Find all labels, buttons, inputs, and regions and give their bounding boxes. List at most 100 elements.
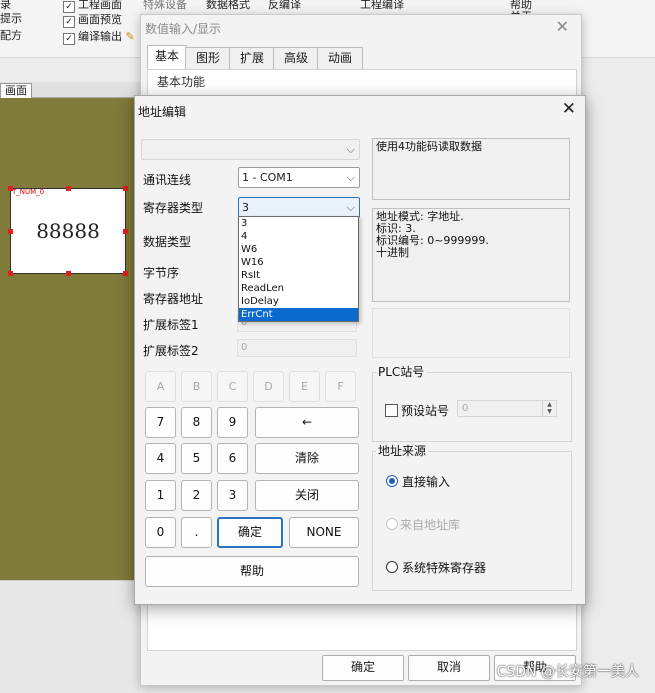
canvas-bottom-area (0, 580, 140, 693)
key-2[interactable]: 2 (181, 480, 212, 511)
pencil-icon: ✎ (125, 30, 135, 43)
resize-handle[interactable] (66, 186, 71, 191)
radio-system-register-label[interactable]: 系统特殊寄存器 (402, 559, 486, 576)
blank-panel (372, 308, 570, 358)
key-6[interactable]: 6 (217, 443, 248, 474)
address-edit-dialog: 地址编辑 ✕ ⌵ 通讯连线 寄存器类型 数据类型 字节序 寄存器地址 扩展标签1… (134, 95, 586, 605)
help-button[interactable]: 帮助 (145, 556, 359, 587)
preset-station-checkbox[interactable]: 预设站号 (385, 402, 449, 419)
chevron-down-icon: ⌵ (346, 171, 355, 184)
reg-type-option[interactable]: 3 (239, 217, 358, 230)
close-button[interactable]: 关闭 (255, 480, 359, 511)
radio-direct-input[interactable] (386, 475, 398, 487)
key-d: D (253, 371, 284, 402)
tab-basic[interactable]: 基本 (147, 45, 187, 70)
radio-system-register[interactable] (386, 561, 398, 573)
key-5[interactable]: 5 (181, 443, 212, 474)
resize-handle[interactable] (8, 271, 13, 276)
reg-type-option[interactable]: RsIt (239, 269, 358, 282)
chevron-down-icon: ⌵ (346, 143, 355, 156)
key-f: F (325, 371, 356, 402)
ext-tag2-label: 扩展标签2 (143, 344, 199, 358)
dialog-title: 数值输入/显示 (145, 22, 222, 36)
preset-station-spinner: 0 ▲ ▼ (457, 400, 557, 417)
key-b: B (181, 371, 212, 402)
resize-handle[interactable] (8, 229, 13, 234)
ribbon-item-compile[interactable]: ✓ 编译输出 ✎ (63, 28, 135, 45)
design-canvas[interactable] (0, 98, 140, 580)
reg-addr-label: 寄存器地址 (143, 292, 204, 306)
cancel-button[interactable]: 取消 (408, 655, 490, 681)
key-0[interactable]: 0 (145, 517, 176, 548)
close-icon[interactable]: ✕ (562, 99, 576, 119)
key-e: E (289, 371, 320, 402)
confirm-button[interactable]: 确定 (217, 517, 283, 548)
ext-tag2-input: 0 (237, 339, 357, 357)
tab-graphics[interactable]: 图形 (185, 47, 231, 70)
resize-handle[interactable] (8, 186, 13, 191)
data-type-label: 数据类型 (143, 235, 192, 249)
ribbon-fragment[interactable]: 反编译 (268, 0, 301, 12)
resize-handle[interactable] (123, 186, 128, 191)
description-box: 使用4功能码读取数据 (372, 138, 570, 200)
ribbon-fragment[interactable]: 特殊设备 (143, 0, 187, 12)
reg-type-option[interactable]: 4 (239, 230, 358, 243)
dialog-title: 地址编辑 (138, 105, 187, 119)
ribbon-item-preview[interactable]: ✓ 画面预览 (63, 11, 122, 28)
reg-type-option[interactable]: W6 (239, 243, 358, 256)
reg-type-dropdown: 3 4 W6 W16 RsIt ReadLen IoDelay ErrCnt (238, 216, 359, 322)
checkbox-checked-icon: ✓ (63, 16, 75, 28)
reg-type-option[interactable]: IoDelay (239, 295, 358, 308)
key-8[interactable]: 8 (181, 407, 212, 438)
comm-select[interactable]: 1 - COM1 ⌵ (238, 167, 360, 188)
key-7[interactable]: 7 (145, 407, 176, 438)
ribbon-fragment: 配方 (0, 29, 22, 42)
tab-extension[interactable]: 扩展 (229, 47, 275, 70)
key-a: A (145, 371, 176, 402)
byte-order-label: 字节序 (143, 266, 180, 280)
screen-tabbar: 画面 (0, 82, 140, 99)
ribbon-fragment[interactable]: 数据格式 (206, 0, 250, 12)
resize-handle[interactable] (66, 271, 71, 276)
ribbon-fragment[interactable]: 工程编译 (360, 0, 404, 12)
numeric-widget[interactable]: T_NUM_0 88888 (8, 186, 128, 276)
checkbox-unchecked-icon (385, 404, 398, 417)
key-3[interactable]: 3 (217, 480, 248, 511)
radio-direct-input-label[interactable]: 直接输入 (402, 473, 450, 490)
radio-address-library (386, 518, 398, 530)
reg-type-select[interactable]: 3 ⌵ (238, 197, 360, 218)
key-1[interactable]: 1 (145, 480, 176, 511)
resize-handle[interactable] (123, 229, 128, 234)
key-4[interactable]: 4 (145, 443, 176, 474)
backspace-button[interactable]: ← (255, 407, 359, 438)
reg-type-option[interactable]: ReadLen (239, 282, 358, 295)
device-combo: ⌵ (141, 139, 360, 160)
comm-label: 通讯连线 (143, 173, 192, 187)
ext-tag1-label: 扩展标签1 (143, 318, 199, 332)
clear-button[interactable]: 清除 (255, 443, 359, 474)
ok-button[interactable]: 确定 (322, 655, 404, 681)
plc-station-label: PLC站号 (376, 363, 427, 380)
reg-type-option[interactable]: W16 (239, 256, 358, 269)
address-info-box: 地址模式: 字地址. 标识: 3. 标识编号: 0~999999. 十进制 (372, 208, 570, 302)
radio-address-library-label: 来自地址库 (400, 518, 461, 532)
ribbon-fragment: 提示 (0, 12, 22, 25)
resize-handle[interactable] (123, 271, 128, 276)
tab-advanced[interactable]: 高级 (273, 47, 319, 70)
group-label: 基本功能 (157, 75, 206, 89)
watermark: CSDN @长安第一美人 (496, 664, 639, 680)
spinner-arrows-icon: ▲ ▼ (542, 401, 556, 416)
close-icon[interactable]: ✕ (556, 17, 569, 36)
screen-tab[interactable]: 画面 (0, 83, 32, 99)
widget-value: 88888 (36, 219, 100, 243)
reg-type-option-highlighted[interactable]: ErrCnt (239, 308, 358, 321)
address-source-label: 地址来源 (376, 442, 429, 459)
checkbox-checked-icon: ✓ (63, 33, 75, 45)
reg-type-label: 寄存器类型 (143, 201, 204, 215)
key-dot[interactable]: . (181, 517, 212, 548)
none-button[interactable]: NONE (289, 517, 359, 548)
key-9[interactable]: 9 (217, 407, 248, 438)
chevron-down-icon: ⌵ (346, 201, 355, 214)
tab-animation[interactable]: 动画 (317, 47, 363, 70)
widget-tag: T_NUM_0 (12, 188, 45, 196)
